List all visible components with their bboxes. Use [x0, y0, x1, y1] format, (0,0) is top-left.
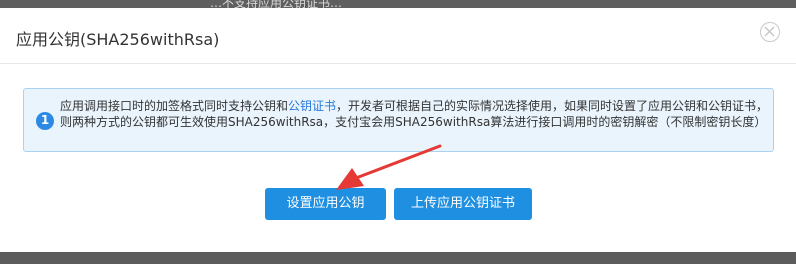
certificate-link[interactable]: 公钥证书: [288, 99, 336, 113]
notice-text-start: 应用调用接口时的加签格式同时支持公钥和: [60, 99, 289, 113]
notice-text: 应用调用接口时的加签格式同时支持公钥和公钥证书，开发者可根据自己的实际情况选择使…: [60, 98, 772, 130]
public-key-dialog: 应用公钥(SHA256withRsa) 1 应用调用接口时的加签格式同时支持公钥…: [0, 8, 796, 252]
upload-certificate-button[interactable]: 上传应用公钥证书: [394, 188, 532, 220]
backdrop-page: …不支持应用公钥证书…: [0, 0, 796, 10]
dialog-header: 应用公钥(SHA256withRsa): [0, 8, 796, 64]
close-button[interactable]: [760, 22, 780, 42]
info-icon: 1: [36, 112, 54, 130]
dialog-title: 应用公钥(SHA256withRsa): [16, 30, 220, 49]
close-icon: [764, 26, 775, 37]
backdrop-bottom: [0, 252, 796, 264]
info-notice: 1 应用调用接口时的加签格式同时支持公钥和公钥证书，开发者可根据自己的实际情况选…: [23, 88, 774, 152]
set-public-key-button[interactable]: 设置应用公钥: [265, 188, 386, 220]
info-icon-label: 1: [40, 113, 50, 127]
